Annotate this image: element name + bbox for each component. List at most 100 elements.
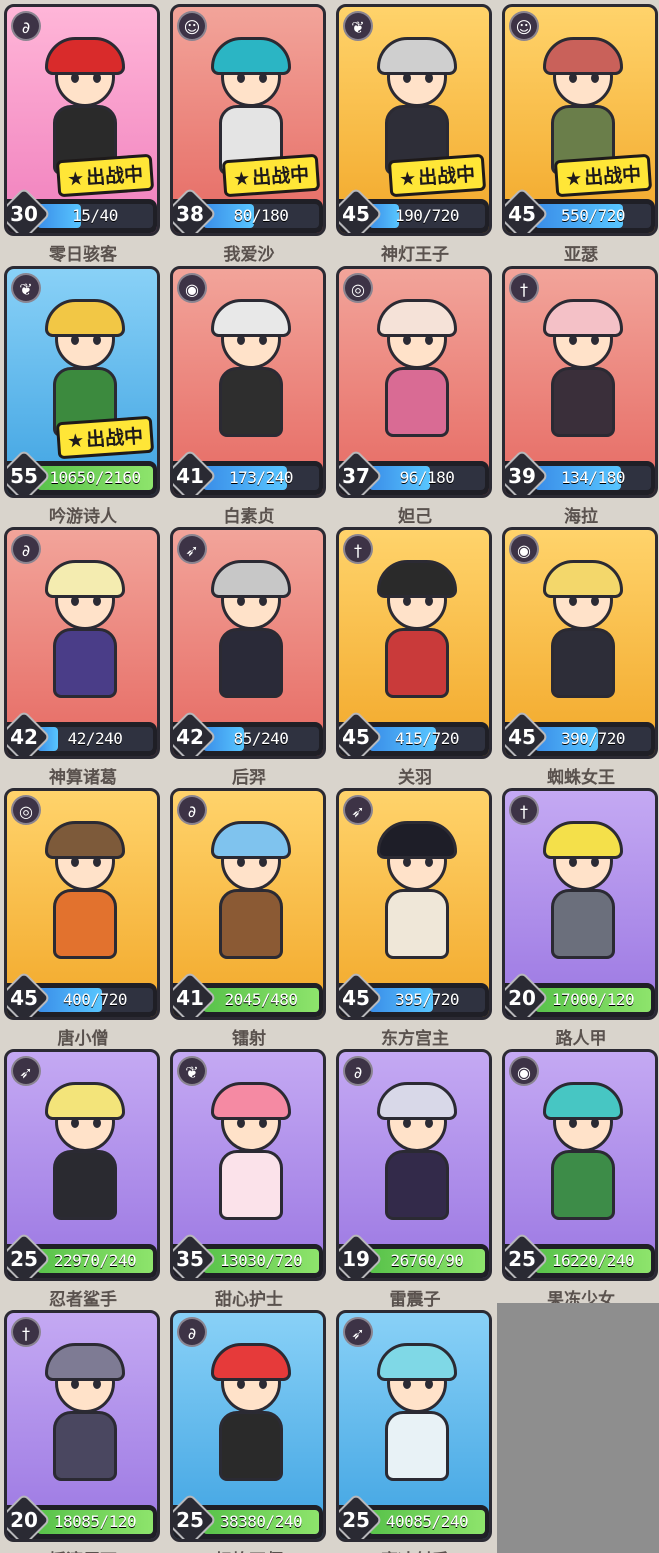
hero-name: 甜心护士 bbox=[215, 1290, 283, 1310]
level-value: 42 bbox=[176, 725, 204, 749]
hero-portrait[interactable]: ❦ ★出战中 190/720 45 bbox=[336, 4, 492, 236]
level-value: 30 bbox=[10, 202, 38, 226]
hero-card[interactable]: ➶ 40085/240 25 寒冰射手 bbox=[336, 1310, 494, 1553]
hero-card[interactable]: † 415/720 45 关羽 bbox=[336, 527, 494, 788]
hero-name: 海拉 bbox=[564, 507, 598, 527]
hero-card[interactable]: ∂ ★出战中 15/40 30 零日骇客 bbox=[4, 4, 162, 265]
hero-avatar bbox=[31, 1082, 139, 1232]
star-icon: ★ bbox=[66, 429, 85, 453]
hero-avatar bbox=[529, 1082, 637, 1232]
fragment-count: 80/180 bbox=[233, 206, 289, 225]
hero-portrait[interactable]: ☺ ★出战中 80/180 38 bbox=[170, 4, 326, 236]
hero-portrait[interactable]: ◉ 173/240 41 bbox=[170, 266, 326, 498]
hero-card[interactable]: ➶ 22970/240 25 忍者鲨手 bbox=[4, 1049, 162, 1310]
hero-card[interactable]: † 18085/120 20 摇滚巨石 bbox=[4, 1310, 162, 1553]
hero-card[interactable]: ∂ 42/240 42 神算诸葛 bbox=[4, 527, 162, 788]
fragment-count: 173/240 bbox=[229, 468, 293, 487]
hero-portrait[interactable]: ◎ 400/720 45 bbox=[4, 788, 160, 1020]
level-value: 45 bbox=[508, 202, 536, 226]
hero-card[interactable]: ∂ 38380/240 25 炽焰巫师 bbox=[170, 1310, 328, 1553]
level-value: 55 bbox=[10, 464, 38, 488]
hero-card[interactable]: ➶ 395/720 45 东方宫主 bbox=[336, 788, 494, 1049]
hero-card[interactable]: ➶ 85/240 42 后羿 bbox=[170, 527, 328, 788]
hero-card[interactable]: ◉ 173/240 41 白素贞 bbox=[170, 266, 328, 527]
hero-portrait[interactable]: ◉ 16220/240 25 bbox=[502, 1049, 658, 1281]
hero-portrait[interactable]: † 17000/120 20 bbox=[502, 788, 658, 1020]
hero-avatar bbox=[363, 299, 471, 449]
hero-portrait[interactable]: ◎ 96/180 37 bbox=[336, 266, 492, 498]
hero-card[interactable]: ☺ ★出战中 80/180 38 我爱沙 bbox=[170, 4, 328, 265]
level-value: 20 bbox=[10, 1508, 38, 1532]
hero-avatar bbox=[197, 821, 305, 971]
deployed-label: 出战中 bbox=[417, 163, 476, 190]
level-value: 41 bbox=[176, 986, 204, 1010]
fragment-count: 550/720 bbox=[561, 206, 625, 225]
fragment-count: 10650/2160 bbox=[49, 468, 141, 487]
hero-avatar bbox=[363, 821, 471, 971]
hero-portrait[interactable]: ➶ 40085/240 25 bbox=[336, 1310, 492, 1542]
level-value: 25 bbox=[508, 1247, 536, 1271]
hero-name: 吟游诗人 bbox=[49, 507, 117, 527]
hero-portrait[interactable]: ❦ 13030/720 35 bbox=[170, 1049, 326, 1281]
deployed-badge: ★出战中 bbox=[55, 153, 155, 198]
level-value: 45 bbox=[342, 986, 370, 1010]
hero-avatar bbox=[529, 821, 637, 971]
hero-card[interactable]: ❦ ★出战中 190/720 45 神灯王子 bbox=[336, 4, 494, 265]
level-value: 42 bbox=[10, 725, 38, 749]
hero-name: 关羽 bbox=[398, 768, 432, 788]
hero-portrait[interactable]: ∂ ★出战中 15/40 30 bbox=[4, 4, 160, 236]
fragment-count: 190/720 bbox=[395, 206, 459, 225]
hero-portrait[interactable]: ◉ 390/720 45 bbox=[502, 527, 658, 759]
hero-name: 炽焰巫师 bbox=[170, 1546, 328, 1553]
hero-portrait[interactable]: ∂ 38380/240 25 bbox=[170, 1310, 326, 1542]
hero-name: 忍者鲨手 bbox=[49, 1290, 117, 1310]
fragment-count: 400/720 bbox=[63, 990, 127, 1009]
fragment-count: 26760/90 bbox=[390, 1251, 464, 1270]
fragment-count: 2045/480 bbox=[224, 990, 298, 1009]
level-value: 45 bbox=[508, 725, 536, 749]
hero-portrait[interactable]: ∂ 42/240 42 bbox=[4, 527, 160, 759]
hero-name: 后羿 bbox=[232, 768, 266, 788]
hero-card[interactable]: ❦ ★出战中 10650/2160 55 吟游诗人 bbox=[4, 266, 162, 527]
hero-card[interactable]: ∂ 2045/480 41 镭射 bbox=[170, 788, 328, 1049]
hero-portrait[interactable]: ❦ ★出战中 10650/2160 55 bbox=[4, 266, 160, 498]
hero-avatar bbox=[31, 560, 139, 710]
hero-portrait[interactable]: † 18085/120 20 bbox=[4, 1310, 160, 1542]
deployed-label: 出战中 bbox=[251, 163, 310, 190]
hero-card[interactable]: ☺ ★出战中 550/720 45 亚瑟 bbox=[502, 4, 659, 265]
hero-name: 镭射 bbox=[232, 1029, 266, 1049]
hero-grid: ∂ ★出战中 15/40 30 零日骇客 ☺ ★出战中 80/180 38 我爱… bbox=[0, 0, 659, 1553]
hero-portrait[interactable]: ☺ ★出战中 550/720 45 bbox=[502, 4, 658, 236]
hero-avatar bbox=[529, 560, 637, 710]
hero-card[interactable]: ◉ 16220/240 25 果冻少女 bbox=[502, 1049, 659, 1310]
hero-card[interactable]: ❦ 13030/720 35 甜心护士 bbox=[170, 1049, 328, 1310]
hero-portrait[interactable]: ➶ 85/240 42 bbox=[170, 527, 326, 759]
hero-card[interactable]: ◉ 390/720 45 蜘蛛女王 bbox=[502, 527, 659, 788]
level-value: 19 bbox=[342, 1247, 370, 1271]
deployed-label: 出战中 bbox=[85, 425, 144, 452]
fragment-count: 13030/720 bbox=[219, 1251, 303, 1270]
hero-name: 东方宫主 bbox=[381, 1029, 449, 1049]
hero-portrait[interactable]: † 415/720 45 bbox=[336, 527, 492, 759]
fragment-count: 415/720 bbox=[395, 729, 459, 748]
hero-avatar bbox=[31, 821, 139, 971]
hero-avatar bbox=[31, 1343, 139, 1493]
hero-portrait[interactable]: ∂ 2045/480 41 bbox=[170, 788, 326, 1020]
hero-name: 路人甲 bbox=[555, 1029, 607, 1049]
hero-avatar bbox=[197, 560, 305, 710]
level-value: 25 bbox=[10, 1247, 38, 1271]
fragment-count: 395/720 bbox=[395, 990, 459, 1009]
hero-card[interactable]: † 17000/120 20 路人甲 bbox=[502, 788, 659, 1049]
hero-portrait[interactable]: ∂ 26760/90 19 bbox=[336, 1049, 492, 1281]
level-value: 25 bbox=[176, 1508, 204, 1532]
hero-portrait[interactable]: ➶ 22970/240 25 bbox=[4, 1049, 160, 1281]
hero-portrait[interactable]: † 134/180 39 bbox=[502, 266, 658, 498]
level-value: 37 bbox=[342, 464, 370, 488]
hero-card[interactable]: ◎ 96/180 37 妲己 bbox=[336, 266, 494, 527]
hero-name: 神灯王子 bbox=[381, 245, 449, 265]
hero-card[interactable]: ∂ 26760/90 19 雷震子 bbox=[336, 1049, 494, 1310]
hero-card[interactable]: ◎ 400/720 45 唐小僧 bbox=[4, 788, 162, 1049]
hero-portrait[interactable]: ➶ 395/720 45 bbox=[336, 788, 492, 1020]
fragment-count: 40085/240 bbox=[385, 1512, 469, 1531]
hero-card[interactable]: † 134/180 39 海拉 bbox=[502, 266, 659, 527]
